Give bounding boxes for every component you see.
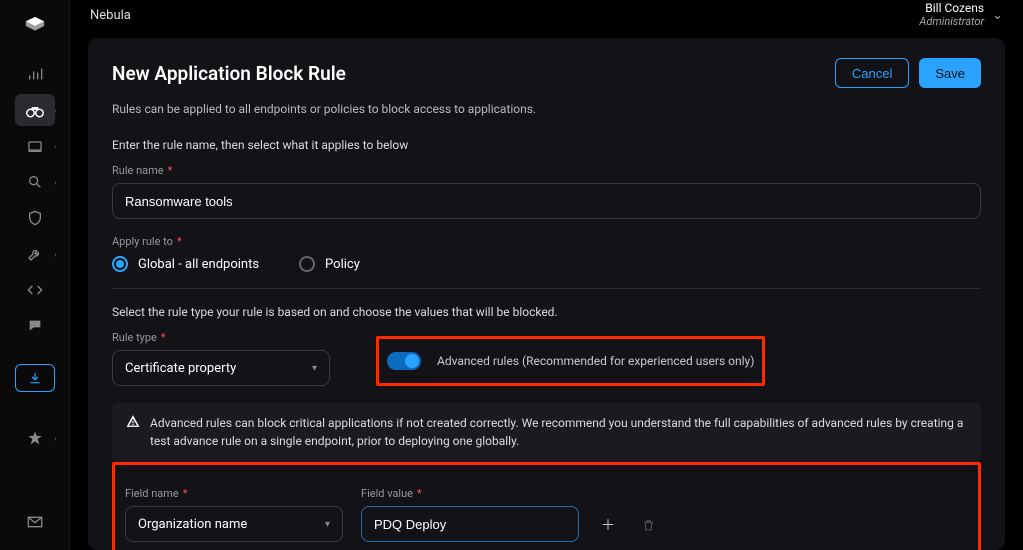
nav-chat[interactable] <box>15 310 55 342</box>
user-menu[interactable]: Bill Cozens Administrator <box>919 2 984 27</box>
nav-shield[interactable] <box>15 202 55 234</box>
chevron-right-icon: › <box>54 142 56 151</box>
nav-dashboard[interactable] <box>15 58 55 90</box>
nav-favorites[interactable]: › <box>15 422 55 454</box>
add-field-button[interactable]: ＋ <box>597 514 619 536</box>
save-button[interactable]: Save <box>919 58 981 88</box>
instruction-type: Select the rule type your rule is based … <box>112 305 981 319</box>
sidebar: › › › › › <box>0 0 70 550</box>
rule-type-label: Rule type* <box>112 331 330 344</box>
user-name: Bill Cozens <box>919 2 984 15</box>
page-title: New Application Block Rule <box>112 62 346 85</box>
advanced-warning: Advanced rules can block critical applic… <box>112 402 981 462</box>
chevron-right-icon: › <box>54 106 56 115</box>
chevron-down-icon: ▾ <box>325 519 330 530</box>
field-name-label: Field name* <box>125 487 343 500</box>
chevron-right-icon: › <box>54 178 56 187</box>
chevron-right-icon: › <box>54 250 56 259</box>
nav-mail[interactable] <box>15 506 55 538</box>
nav-tools[interactable]: › <box>15 238 55 270</box>
nav-search[interactable]: › <box>15 166 55 198</box>
highlight-advanced-toggle: Advanced rules (Recommended for experien… <box>376 336 765 386</box>
radio-on-icon <box>112 256 128 272</box>
nav-download-button[interactable] <box>15 364 55 392</box>
cancel-button[interactable]: Cancel <box>835 58 909 88</box>
content-panel: New Application Block Rule Cancel Save R… <box>88 38 1005 550</box>
app-title: Nebula <box>90 8 131 23</box>
advanced-rules-toggle[interactable] <box>387 352 421 370</box>
instruction-name: Enter the rule name, then select what it… <box>112 138 981 152</box>
highlight-field-row: Field name* Organization name ▾ Field va… <box>112 462 981 550</box>
nav-endpoints[interactable]: › <box>15 130 55 162</box>
apply-to-label: Apply rule to* <box>112 235 981 248</box>
user-role: Administrator <box>919 16 984 28</box>
page-description: Rules can be applied to all endpoints or… <box>112 102 981 116</box>
rule-name-label: Rule name* <box>112 164 981 177</box>
field-name-select[interactable]: Organization name ▾ <box>125 506 343 542</box>
chevron-right-icon: › <box>54 434 56 443</box>
field-value-input[interactable] <box>361 506 579 542</box>
apply-global-radio[interactable]: Global - all endpoints <box>112 256 259 272</box>
rule-name-input[interactable] <box>112 183 981 219</box>
nav-binoculars[interactable]: › <box>15 94 55 126</box>
warning-icon <box>126 414 140 450</box>
radio-off-icon <box>299 256 315 272</box>
apply-policy-radio[interactable]: Policy <box>299 256 360 272</box>
advanced-rules-label: Advanced rules (Recommended for experien… <box>437 354 754 368</box>
delete-field-button[interactable] <box>637 514 659 536</box>
nav-code[interactable] <box>15 274 55 306</box>
topbar: Nebula Bill Cozens Administrator ⌄ <box>70 0 1023 30</box>
main-area: Nebula Bill Cozens Administrator ⌄ New A… <box>70 0 1023 550</box>
rule-type-select[interactable]: Certificate property ▾ <box>112 350 330 386</box>
field-value-label: Field value* <box>361 487 579 500</box>
brand-logo <box>21 12 49 40</box>
chevron-down-icon: ▾ <box>312 363 317 374</box>
chevron-down-icon[interactable]: ⌄ <box>992 8 1003 23</box>
